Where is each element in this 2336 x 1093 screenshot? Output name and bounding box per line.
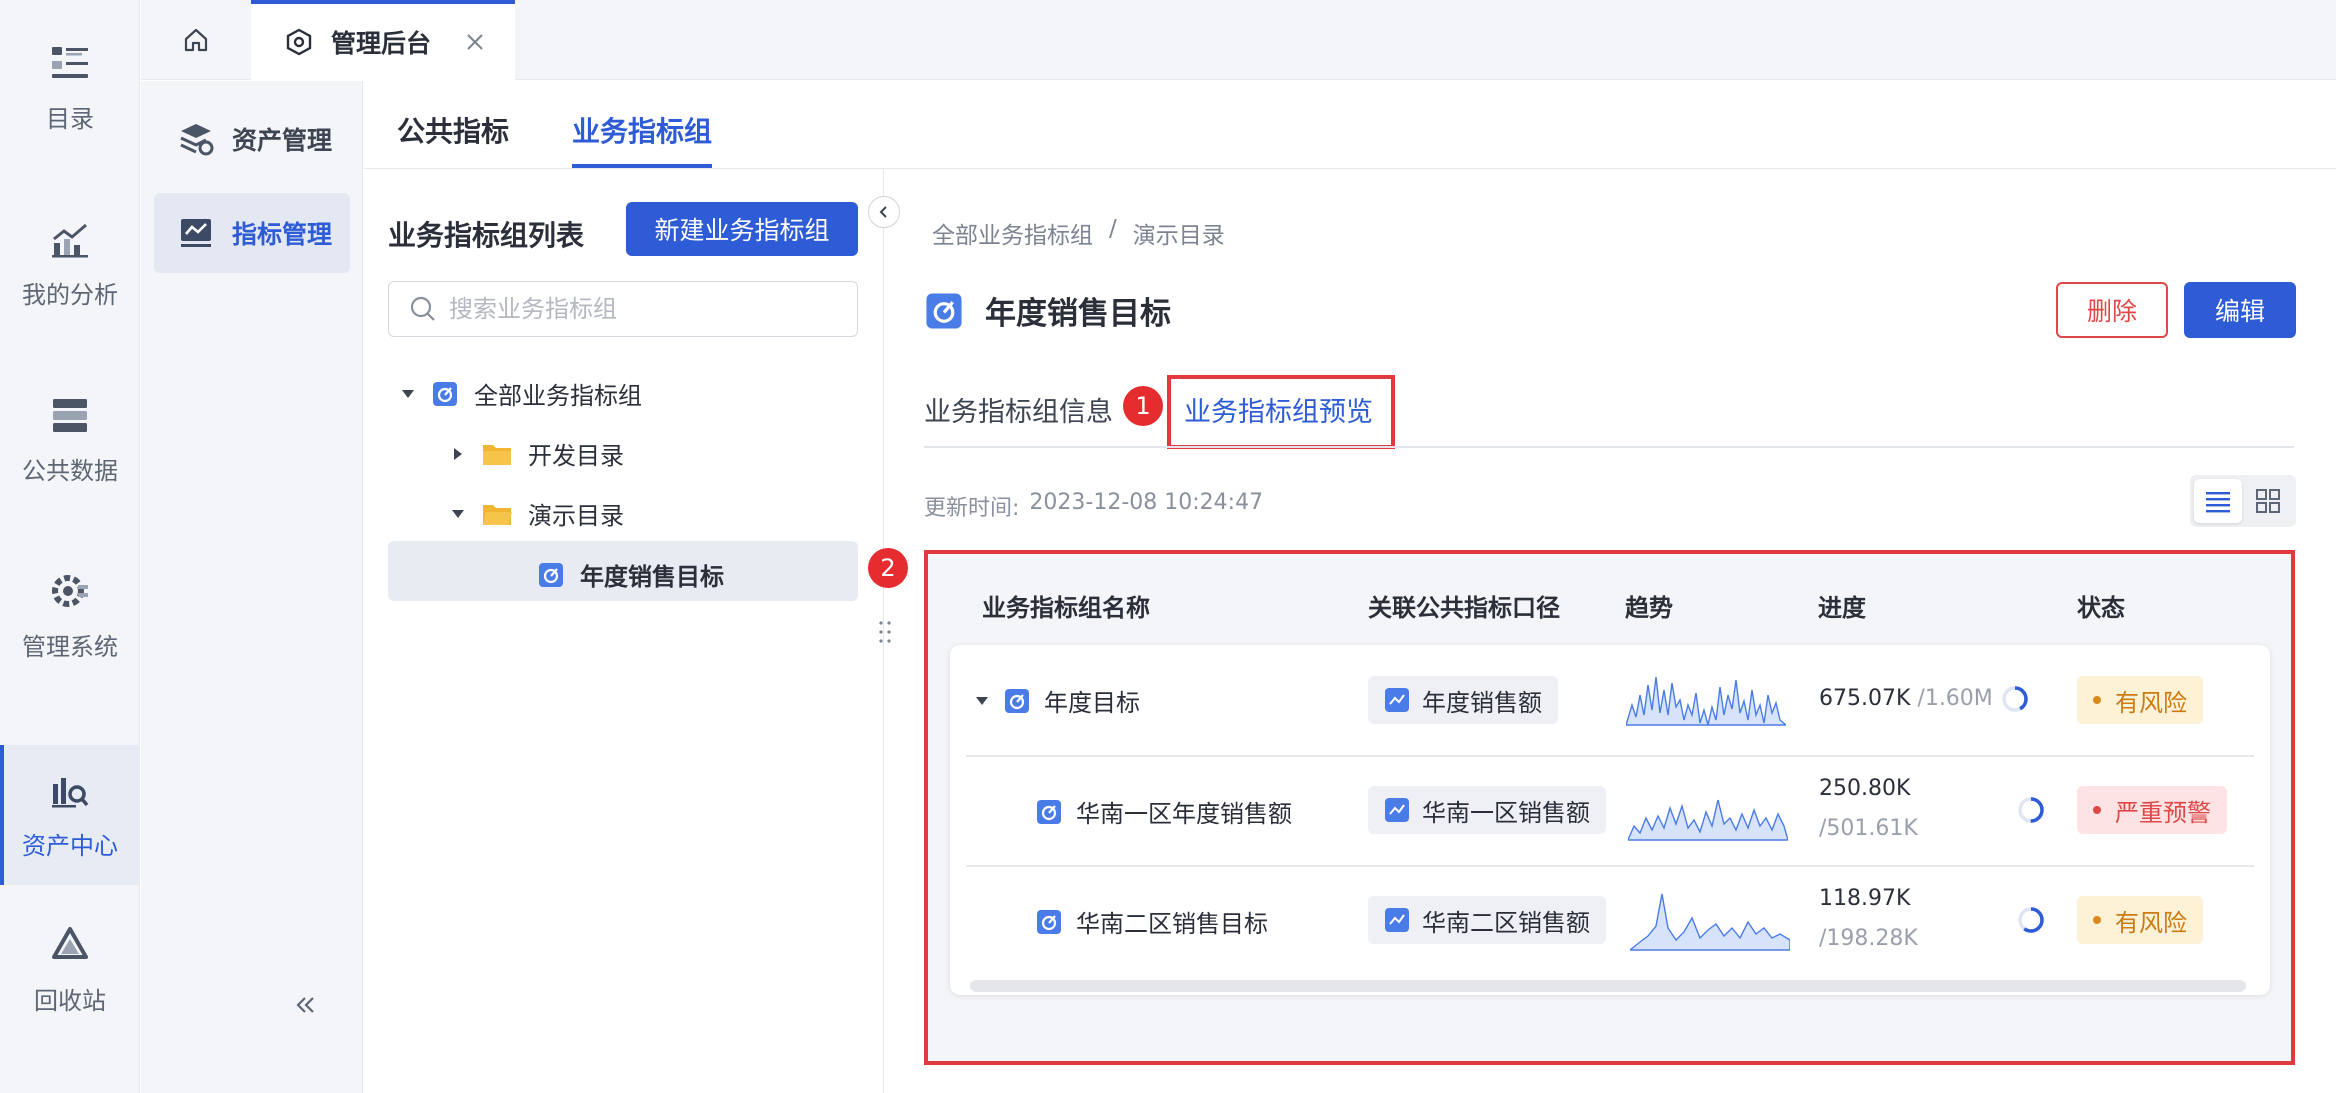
catalog-icon [52, 46, 88, 78]
rail-item-asset-center[interactable]: 资产中心 [0, 745, 140, 885]
rail-label: 回收站 [34, 986, 106, 1015]
caret-down-icon[interactable] [450, 506, 466, 522]
chevron-left-icon [879, 206, 887, 218]
update-time-value: 2023-12-08 10:24:47 [1029, 490, 1264, 515]
list-view-button[interactable] [2194, 479, 2242, 523]
divider [364, 168, 2336, 169]
sidebar-item-label: 指标管理 [232, 220, 333, 249]
secondary-sidebar: 资产管理 指标管理 [141, 81, 363, 1093]
breadcrumb: 全部业务指标组 / 演示目录 [932, 216, 1225, 250]
database-icon [53, 398, 87, 432]
metric-chart-icon [181, 219, 211, 247]
caret-right-icon[interactable] [450, 446, 466, 462]
rail-label: 目录 [46, 104, 94, 133]
left-rail: 目录 我的分析 公共数据 管理系统 资产中心 回收站 [0, 0, 140, 1093]
tree-node-label: 开发目录 [528, 442, 624, 470]
rail-item-catalog[interactable]: 目录 [0, 18, 140, 158]
tree-node-annual-sales-target[interactable]: 年度销售目标 [538, 557, 724, 592]
grid-view-button[interactable] [2244, 479, 2292, 523]
metric-group-icon [926, 292, 962, 329]
tab-home[interactable] [141, 0, 251, 80]
list-panel-title: 业务指标组列表 [388, 219, 585, 252]
rail-item-admin-system[interactable]: 管理系统 [0, 546, 140, 686]
gear-icon [52, 574, 88, 607]
sidebar-item-label: 资产管理 [232, 126, 333, 155]
asset-stack-icon [180, 124, 214, 156]
rail-label: 我的分析 [22, 280, 118, 309]
new-business-metric-group-button[interactable]: 新建业务指标组 [626, 202, 858, 256]
sidebar-item-metric-management[interactable]: 指标管理 [154, 193, 350, 273]
breadcrumb-item[interactable]: 演示目录 [1133, 216, 1225, 250]
tab-business-metric-groups[interactable]: 业务指标组 [572, 110, 712, 150]
sidebar-item-asset-management[interactable]: 资产管理 [154, 99, 350, 179]
metric-group-icon [433, 381, 457, 406]
tab-admin-console[interactable]: 管理后台 [251, 0, 515, 80]
annotation-badge: 2 [868, 548, 908, 588]
search-icon [410, 296, 435, 321]
breadcrumb-separator: / [1109, 216, 1117, 242]
divider [924, 446, 2294, 448]
hexagon-settings-icon [286, 28, 312, 56]
annotation-box [924, 550, 2295, 1065]
tree-node-all-groups[interactable]: 全部业务指标组 [400, 376, 642, 411]
update-time: 更新时间: 2023-12-08 10:24:47 [924, 490, 1263, 522]
page-title: 年度销售目标 [985, 296, 1171, 332]
search-input[interactable] [449, 295, 829, 323]
caret-down-icon[interactable] [400, 386, 416, 402]
search-box [388, 281, 858, 337]
asset-search-icon [52, 777, 89, 807]
collapse-panel-button[interactable] [868, 196, 900, 228]
rail-item-my-analysis[interactable]: 我的分析 [0, 194, 140, 334]
folder-icon [483, 444, 511, 465]
tab-public-metrics[interactable]: 公共指标 [397, 110, 509, 150]
grid-view-icon [2256, 489, 2280, 513]
breadcrumb-item[interactable]: 全部业务指标组 [932, 216, 1093, 250]
close-icon[interactable] [463, 30, 487, 54]
tab-admin-label: 管理后台 [331, 29, 432, 58]
subtab-group-info[interactable]: 业务指标组信息 [924, 390, 1113, 429]
rail-label: 公共数据 [22, 456, 118, 485]
recycle-icon [52, 926, 88, 959]
folder-open-icon [483, 504, 512, 525]
resize-handle-icon[interactable] [878, 620, 892, 648]
rail-label: 资产中心 [22, 831, 118, 860]
edit-button[interactable]: 编辑 [2184, 282, 2296, 338]
tab-bar: 管理后台 [141, 0, 2336, 80]
view-toggle [2190, 475, 2296, 527]
rail-item-public-data[interactable]: 公共数据 [0, 370, 140, 510]
detail-title-row: 年度销售目标 [925, 288, 1171, 333]
delete-button[interactable]: 删除 [2056, 282, 2168, 338]
metric-group-icon [539, 562, 563, 587]
home-icon [184, 28, 208, 52]
subtab-group-preview[interactable]: 业务指标组预览 [1184, 390, 1373, 429]
tree-node-demo-folder[interactable]: 演示目录 [450, 496, 624, 531]
tree-node-label: 全部业务指标组 [474, 382, 642, 410]
annotation-badge: 1 [1123, 386, 1163, 426]
tree-node-label: 年度销售目标 [580, 563, 724, 591]
list-view-icon [2206, 492, 2230, 513]
update-time-label: 更新时间: [924, 496, 1020, 521]
collapse-sidebar-icon[interactable] [293, 993, 317, 1021]
rail-item-recycle-bin[interactable]: 回收站 [0, 900, 140, 1040]
tree-node-dev-folder[interactable]: 开发目录 [450, 436, 624, 471]
analysis-icon [52, 223, 88, 257]
tree-node-label: 演示目录 [528, 502, 624, 530]
rail-label: 管理系统 [22, 632, 118, 661]
